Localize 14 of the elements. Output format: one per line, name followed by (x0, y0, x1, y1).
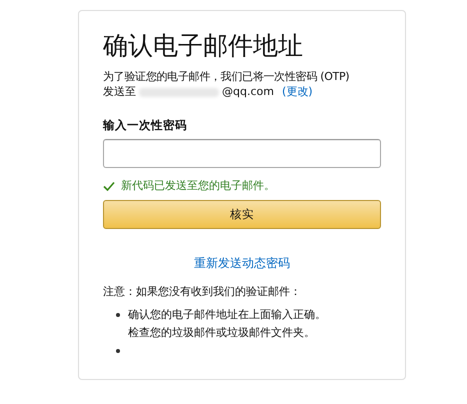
resend-link[interactable]: 重新发送动态密码 (194, 256, 290, 270)
success-message: 新代码已发送至您的电子邮件。 (121, 178, 275, 194)
email-address: @qq.com (222, 84, 274, 100)
otp-input-field[interactable] (103, 139, 381, 168)
page-title: 确认电子邮件地址 (103, 30, 304, 62)
note-heading: 注意：如果您没有收到我们的验证邮件： (103, 284, 302, 300)
bullet-text: 检查您的垃圾邮件或垃圾邮件文件夹。 (128, 325, 316, 341)
change-link[interactable]: (更改) (282, 84, 313, 100)
verify-button[interactable]: 核实 (103, 200, 381, 229)
field-label: 输入一次性密码 (103, 117, 188, 133)
sent-to-label: 发送至 (103, 84, 136, 100)
bullet-icon (116, 313, 120, 317)
bullet-text: 确认您的电子邮件地址在上面输入正确。 (128, 307, 326, 323)
intro-text: 为了验证您的电子邮件，我们已将一次性密码 (OTP) (103, 69, 350, 84)
